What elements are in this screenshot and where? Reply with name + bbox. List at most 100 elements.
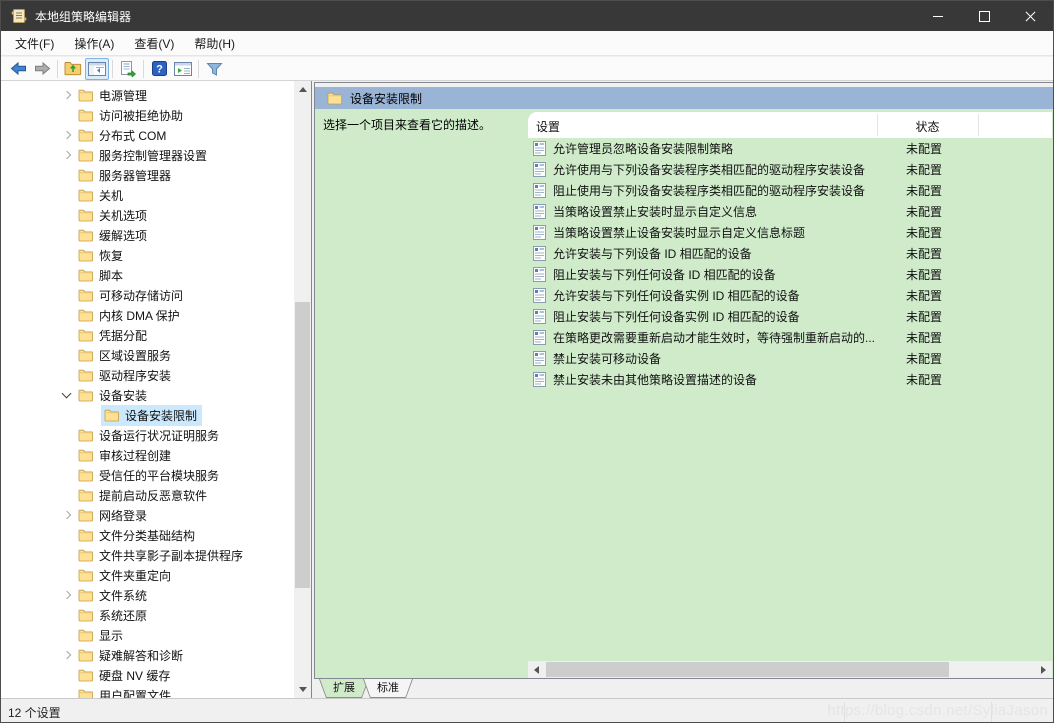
expand-chevron-icon[interactable]	[59, 587, 75, 603]
tree-node[interactable]: 关机选项	[75, 205, 152, 226]
tree-item[interactable]: 可移动存储访问	[1, 285, 293, 305]
tree-item[interactable]: 凭据分配	[1, 325, 293, 345]
tree-node[interactable]: 系统还原	[75, 605, 152, 626]
policy-row[interactable]: 允许安装与下列设备 ID 相匹配的设备 未配置	[528, 243, 1052, 264]
scroll-up-button[interactable]	[294, 81, 311, 98]
scrollbar-thumb[interactable]	[546, 662, 949, 677]
tree-item[interactable]: 内核 DMA 保护	[1, 305, 293, 325]
tree-item[interactable]: 驱动程序安装	[1, 365, 293, 385]
tree-node[interactable]: 设备安装限制	[101, 404, 203, 426]
view-tab[interactable]: 标准	[363, 679, 413, 698]
policy-row[interactable]: 当策略设置禁止设备安装时显示自定义信息标题 未配置	[528, 222, 1052, 243]
tree-item[interactable]: 分布式 COM	[1, 125, 293, 145]
column-separator[interactable]	[978, 114, 979, 136]
tree-node[interactable]: 缓解选项	[75, 225, 152, 246]
scroll-left-button[interactable]	[528, 661, 545, 678]
tree-item[interactable]: 文件分类基础结构	[1, 525, 293, 545]
tree-node[interactable]: 分布式 COM	[75, 125, 171, 146]
show-action-pane-button[interactable]	[171, 58, 195, 80]
filter-button[interactable]	[202, 58, 226, 80]
tree-node[interactable]: 可移动存储访问	[75, 285, 188, 306]
tree-item[interactable]: 用户配置文件	[1, 685, 293, 698]
minimize-button[interactable]	[915, 1, 961, 31]
tree-node[interactable]: 恢复	[75, 245, 128, 266]
tree-item[interactable]: 电源管理	[1, 85, 293, 105]
tree-node[interactable]: 文件系统	[75, 585, 152, 606]
tree-node[interactable]: 区域设置服务	[75, 345, 176, 366]
scrollbar-thumb[interactable]	[295, 302, 310, 588]
tree-item[interactable]: 网络登录	[1, 505, 293, 525]
tree-node[interactable]: 网络登录	[75, 505, 152, 526]
tree-item[interactable]: 硬盘 NV 缓存	[1, 665, 293, 685]
tree-item[interactable]: 受信任的平台模块服务	[1, 465, 293, 485]
tree-node[interactable]: 审核过程创建	[75, 445, 176, 466]
tree-item[interactable]: 区域设置服务	[1, 345, 293, 365]
tree-node[interactable]: 设备运行状况证明服务	[75, 425, 224, 446]
show-console-tree-button[interactable]	[85, 57, 109, 80]
view-tab[interactable]: 扩展	[319, 679, 369, 698]
back-button[interactable]	[6, 58, 30, 80]
tree-node[interactable]: 关机	[75, 185, 128, 206]
tree-item[interactable]: 文件共享影子副本提供程序	[1, 545, 293, 565]
tree-node[interactable]: 脚本	[75, 265, 128, 286]
menu-item[interactable]: 操作(A)	[68, 35, 120, 52]
tree-node[interactable]: 内核 DMA 保护	[75, 305, 185, 326]
tree-item[interactable]: 缓解选项	[1, 225, 293, 245]
expand-chevron-icon[interactable]	[59, 87, 75, 103]
tree-node[interactable]: 文件夹重定向	[75, 565, 176, 586]
tree-scrollbar[interactable]	[294, 81, 311, 698]
tree-item[interactable]: 审核过程创建	[1, 445, 293, 465]
expand-chevron-icon[interactable]	[59, 147, 75, 163]
tree-node[interactable]: 用户配置文件	[75, 685, 176, 698]
expand-chevron-icon[interactable]	[59, 127, 75, 143]
tree-node[interactable]: 驱动程序安装	[75, 365, 176, 386]
tree-item[interactable]: 设备安装限制	[1, 404, 293, 426]
close-button[interactable]	[1007, 1, 1053, 31]
tree-node[interactable]: 硬盘 NV 缓存	[75, 665, 175, 686]
policy-row[interactable]: 禁止安装未由其他策略设置描述的设备 未配置	[528, 369, 1052, 390]
tree-item[interactable]: 设备安装	[1, 385, 293, 405]
tree-node[interactable]: 电源管理	[75, 85, 152, 106]
scroll-right-button[interactable]	[1035, 661, 1052, 678]
tree-node[interactable]: 提前启动反恶意软件	[75, 485, 212, 506]
column-header-setting[interactable]: 设置	[536, 118, 560, 135]
tree-item[interactable]: 文件夹重定向	[1, 565, 293, 585]
tree-node[interactable]: 文件分类基础结构	[75, 525, 200, 546]
column-header-status[interactable]: 状态	[877, 118, 978, 135]
tree-item[interactable]: 显示	[1, 625, 293, 645]
tree-item[interactable]: 提前启动反恶意软件	[1, 485, 293, 505]
tree-node[interactable]: 显示	[75, 625, 128, 646]
scroll-down-button[interactable]	[294, 681, 311, 698]
maximize-button[interactable]	[961, 1, 1007, 31]
expand-chevron-icon[interactable]	[59, 507, 75, 523]
menu-item[interactable]: 帮助(H)	[188, 35, 241, 52]
policy-row[interactable]: 阻止安装与下列任何设备 ID 相匹配的设备 未配置	[528, 264, 1052, 285]
menu-item[interactable]: 文件(F)	[9, 35, 60, 52]
tree-item[interactable]: 脚本	[1, 265, 293, 285]
tree-node[interactable]: 文件共享影子副本提供程序	[75, 545, 248, 566]
policy-row[interactable]: 阻止安装与下列任何设备实例 ID 相匹配的设备 未配置	[528, 306, 1052, 327]
policy-row[interactable]: 在策略更改需要重新启动才能生效时，等待强制重新启动的... 未配置	[528, 327, 1052, 348]
tree-node[interactable]: 疑难解答和诊断	[75, 645, 188, 666]
policy-row[interactable]: 阻止使用与下列设备安装程序类相匹配的驱动程序安装设备 未配置	[528, 180, 1052, 201]
policy-row[interactable]: 当策略设置禁止安装时显示自定义信息 未配置	[528, 201, 1052, 222]
tree-item[interactable]: 恢复	[1, 245, 293, 265]
tree-item[interactable]: 服务器管理器	[1, 165, 293, 185]
tree-item[interactable]: 文件系统	[1, 585, 293, 605]
tree-item[interactable]: 疑难解答和诊断	[1, 645, 293, 665]
tree-node[interactable]: 访问被拒绝协助	[75, 105, 188, 126]
forward-button[interactable]	[30, 58, 54, 80]
tree-item[interactable]: 关机	[1, 185, 293, 205]
tree-item[interactable]: 关机选项	[1, 205, 293, 225]
tree-node[interactable]: 设备安装	[75, 385, 152, 406]
export-list-button[interactable]	[116, 58, 140, 80]
tree-item[interactable]: 访问被拒绝协助	[1, 105, 293, 125]
tree-node[interactable]: 服务器管理器	[75, 165, 176, 186]
policy-row[interactable]: 允许管理员忽略设备安装限制策略 未配置	[528, 138, 1052, 159]
up-one-level-button[interactable]	[61, 58, 85, 80]
tree-node[interactable]: 受信任的平台模块服务	[75, 465, 224, 486]
menu-item[interactable]: 查看(V)	[128, 35, 180, 52]
policy-row[interactable]: 禁止安装可移动设备 未配置	[528, 348, 1052, 369]
expand-chevron-icon[interactable]	[59, 647, 75, 663]
expand-chevron-icon[interactable]	[59, 387, 75, 403]
